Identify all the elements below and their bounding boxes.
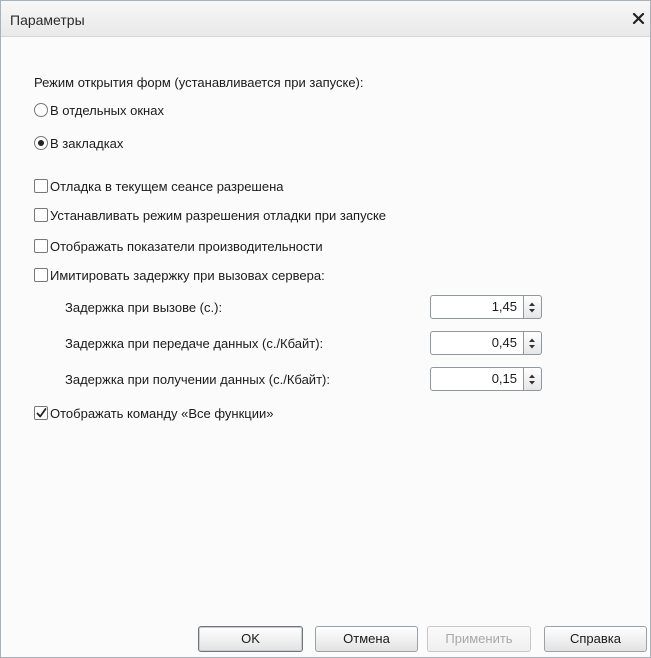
cancel-button[interactable]: Отмена	[315, 626, 418, 652]
checkmark-icon	[36, 408, 47, 418]
delay-receive-stepper[interactable]: 0,15	[430, 367, 542, 391]
checkbox-performance[interactable]: Отображать показатели производительности	[34, 237, 323, 255]
checkbox-label: Устанавливать режим разрешения отладки п…	[50, 207, 387, 223]
ok-button[interactable]: OK	[198, 626, 303, 652]
checkbox-all-functions[interactable]: Отображать команду «Все функции»	[34, 404, 274, 422]
dialog-content: Режим открытия форм (устанавливается при…	[1, 37, 650, 657]
delay-receive-input[interactable]: 0,15	[430, 367, 524, 391]
radio-button[interactable]	[34, 103, 48, 117]
delay-send-label: Задержка при передаче данных (с./Кбайт):	[65, 336, 324, 351]
checkbox[interactable]	[34, 239, 48, 253]
radio-button-selected[interactable]	[34, 136, 48, 150]
delay-send-stepper[interactable]: 0,45	[430, 331, 542, 355]
spin-button[interactable]	[524, 295, 542, 319]
checkbox-label: Отображать команду «Все функции»	[50, 405, 274, 421]
delay-call-input[interactable]: 1,45	[430, 295, 524, 319]
delay-call-label: Задержка при вызове (с.):	[65, 300, 223, 315]
form-mode-heading: Режим открытия форм (устанавливается при…	[34, 75, 364, 90]
radio-label: В закладках	[50, 135, 124, 151]
checkbox-label: Отладка в текущем сеансе разрешена	[50, 178, 284, 194]
close-button[interactable]	[630, 9, 648, 29]
radio-separate-windows[interactable]: В отдельных окнах	[34, 101, 164, 119]
checkbox-set-debug-mode[interactable]: Устанавливать режим разрешения отладки п…	[34, 206, 386, 224]
checkbox[interactable]	[34, 208, 48, 222]
window-title: Параметры	[10, 12, 85, 28]
help-button[interactable]: Справка	[544, 626, 647, 652]
checkbox-label: Отображать показатели производительности	[50, 238, 323, 254]
spin-button[interactable]	[524, 331, 542, 355]
checkbox-checked[interactable]	[34, 406, 48, 420]
delay-send-input[interactable]: 0,45	[430, 331, 524, 355]
spin-arrows-icon	[529, 374, 535, 385]
checkbox[interactable]	[34, 268, 48, 282]
spin-arrows-icon	[529, 302, 535, 313]
parameters-dialog: Параметры Режим открытия форм (устанавли…	[0, 0, 651, 658]
radio-label: В отдельных окнах	[50, 102, 164, 118]
spin-arrows-icon	[529, 338, 535, 349]
delay-call-stepper[interactable]: 1,45	[430, 295, 542, 319]
apply-button[interactable]: Применить	[427, 626, 531, 652]
radio-tabs[interactable]: В закладках	[34, 134, 123, 152]
checkbox-label: Имитировать задержку при вызовах сервера…	[50, 267, 325, 283]
checkbox-simulate-delay[interactable]: Имитировать задержку при вызовах сервера…	[34, 266, 325, 284]
checkbox[interactable]	[34, 179, 48, 193]
checkbox-debug-allowed[interactable]: Отладка в текущем сеансе разрешена	[34, 177, 284, 195]
close-icon	[632, 12, 645, 25]
spin-button[interactable]	[524, 367, 542, 391]
title-bar[interactable]: Параметры	[1, 1, 650, 37]
delay-receive-label: Задержка при получении данных (с./Кбайт)…	[65, 372, 330, 387]
